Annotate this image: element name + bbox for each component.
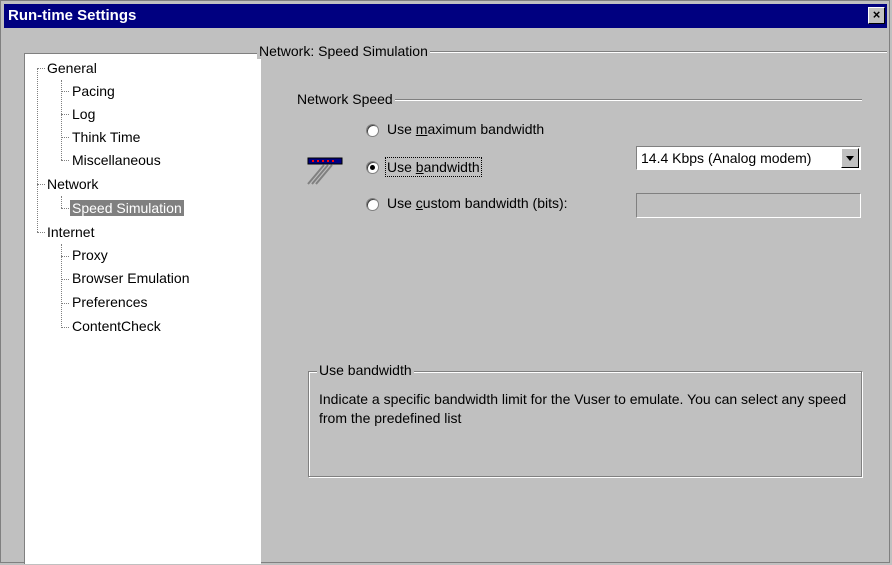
tree-item-log[interactable]: Log — [72, 106, 95, 122]
tree-line — [37, 184, 45, 185]
tree-item-label: Speed Simulation — [70, 200, 184, 216]
option-accelerator: m — [415, 121, 428, 137]
custom-bandwidth-input[interactable] — [636, 193, 861, 218]
option-text-pre: Use — [387, 195, 416, 211]
panel-title: Network: Speed Simulation — [257, 43, 430, 59]
tree-line — [37, 232, 45, 233]
option-text-pre: Use — [387, 159, 416, 175]
radio-use-bandwidth[interactable] — [366, 161, 379, 174]
description-text: Indicate a specific bandwidth limit for … — [319, 391, 847, 426]
tree-line — [61, 80, 62, 160]
tree-item-pacing[interactable]: Pacing — [72, 83, 115, 99]
tree-item-label: Network — [47, 176, 99, 192]
tree-item-label: Think Time — [72, 129, 141, 145]
tree-item-contentcheck[interactable]: ContentCheck — [72, 318, 161, 334]
option-accelerator: b — [415, 159, 424, 175]
radio-max-bandwidth-label[interactable]: Use maximum bandwidth — [387, 121, 544, 137]
tree-item-label: Log — [72, 106, 96, 122]
tree-item-label: Miscellaneous — [72, 152, 161, 168]
tree-line — [37, 68, 45, 69]
option-text-post: andwidth — [423, 159, 480, 175]
tree-line — [61, 303, 69, 304]
tree-item-label: Browser Emulation — [72, 270, 190, 286]
tree-item-speed-simulation[interactable]: Speed Simulation — [70, 200, 184, 216]
tree-item-proxy[interactable]: Proxy — [72, 247, 108, 263]
tree-item-think-time[interactable]: Think Time — [72, 129, 140, 145]
title-bar: Run-time Settings × — [4, 4, 887, 28]
tree-line — [61, 160, 69, 161]
run-time-settings-window: Run-time Settings × General Pacing Log T… — [0, 0, 890, 564]
option-accelerator: c — [415, 195, 423, 211]
tree-item-internet[interactable]: Internet — [47, 224, 94, 240]
description-title: Use bandwidth — [317, 362, 414, 378]
chevron-down-icon[interactable] — [841, 148, 859, 168]
tree-item-label: Internet — [47, 224, 95, 240]
tree-line — [61, 91, 69, 92]
option-text-post: aximum bandwidth — [427, 121, 545, 137]
tree-item-preferences[interactable]: Preferences — [72, 294, 147, 310]
close-icon: × — [872, 7, 881, 22]
tree-line — [61, 196, 62, 208]
tree-line — [61, 279, 69, 280]
tree-line — [61, 208, 69, 209]
tree-line — [61, 327, 69, 328]
tree-item-label: Pacing — [72, 83, 115, 99]
radio-max-bandwidth[interactable] — [366, 124, 379, 137]
tree-line — [37, 68, 38, 232]
tree-item-label: ContentCheck — [72, 318, 161, 334]
option-text-post: ustom bandwidth (bits): — [422, 195, 568, 211]
tree-item-label: Preferences — [72, 294, 148, 310]
close-button[interactable]: × — [868, 7, 885, 24]
modem-icon — [302, 154, 346, 188]
bandwidth-select-value: 14.4 Kbps (Analog modem) — [641, 150, 812, 166]
tree-item-label: General — [47, 60, 97, 76]
tree-item-network[interactable]: Network — [47, 176, 98, 192]
bandwidth-select[interactable]: 14.4 Kbps (Analog modem) — [636, 146, 861, 170]
radio-custom-bandwidth[interactable] — [366, 198, 379, 211]
tree-item-general[interactable]: General — [47, 60, 97, 76]
tree-item-miscellaneous[interactable]: Miscellaneous — [72, 152, 161, 168]
tree-line — [61, 114, 69, 115]
radio-use-bandwidth-label[interactable]: Use bandwidth — [385, 157, 482, 177]
tree-item-label: Proxy — [72, 247, 108, 263]
settings-tree: General Pacing Log Think Time Miscellane… — [24, 53, 261, 564]
tree-item-browser-emulation[interactable]: Browser Emulation — [72, 270, 190, 286]
option-text-pre: Use — [387, 121, 416, 137]
network-speed-title: Network Speed — [295, 91, 395, 107]
tree-line — [61, 137, 69, 138]
tree-line — [61, 256, 69, 257]
window-title: Run-time Settings — [8, 7, 137, 24]
radio-custom-bandwidth-label[interactable]: Use custom bandwidth (bits): — [387, 195, 568, 211]
